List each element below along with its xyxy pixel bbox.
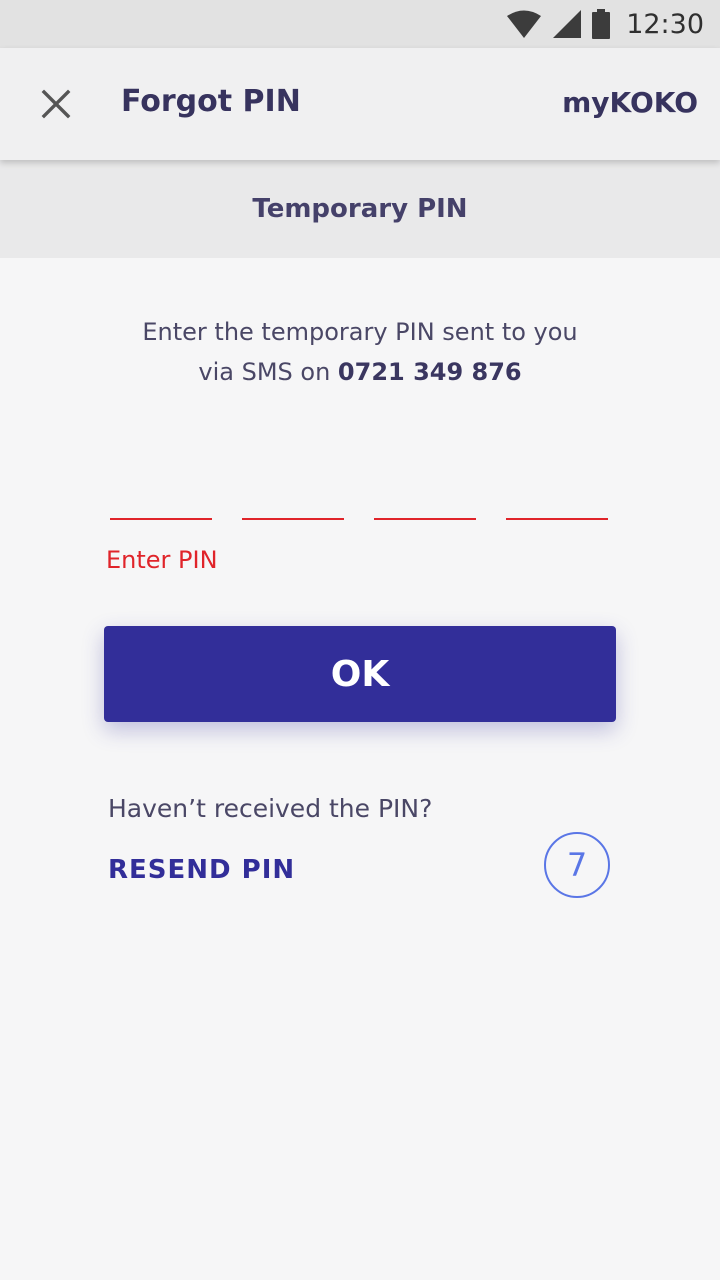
- instructions-line-1: Enter the temporary PIN sent to you: [142, 318, 578, 346]
- wifi-icon: [507, 10, 542, 38]
- app-bar: Forgot PIN myKOKO: [0, 48, 720, 160]
- signal-icon: [553, 10, 582, 38]
- pin-digit-1[interactable]: [110, 490, 212, 520]
- pin-digit-2[interactable]: [242, 490, 344, 520]
- resend-question: Haven’t received the PIN?: [108, 794, 433, 823]
- resend-pin-button[interactable]: RESEND PIN: [108, 855, 295, 885]
- phone-number: 0721 349 876: [337, 358, 522, 386]
- section-title: Temporary PIN: [252, 194, 468, 224]
- pin-error-message: Enter PIN: [106, 546, 218, 574]
- status-time: 12:30: [626, 8, 704, 40]
- close-button[interactable]: [26, 74, 86, 134]
- ok-button[interactable]: OK: [104, 626, 616, 722]
- pin-digit-3[interactable]: [374, 490, 476, 520]
- pin-digit-4[interactable]: [506, 490, 608, 520]
- battery-icon: [592, 9, 611, 39]
- instructions-line-2-prefix: via SMS on: [198, 358, 338, 386]
- forgot-pin-screen: 12:30 Forgot PIN myKOKO Temporary PIN En…: [0, 0, 720, 1280]
- close-icon: [41, 89, 71, 119]
- resend-countdown-badge: 7: [544, 832, 610, 898]
- instructions: Enter the temporary PIN sent to you via …: [60, 312, 660, 392]
- instructions-line-2: via SMS on 0721 349 876: [60, 352, 660, 392]
- brand-logo-text: myKOKO: [562, 86, 698, 119]
- page-title: Forgot PIN: [121, 84, 301, 119]
- status-bar: 12:30: [0, 0, 720, 48]
- pin-input-row: [110, 490, 610, 522]
- section-header: Temporary PIN: [0, 160, 720, 258]
